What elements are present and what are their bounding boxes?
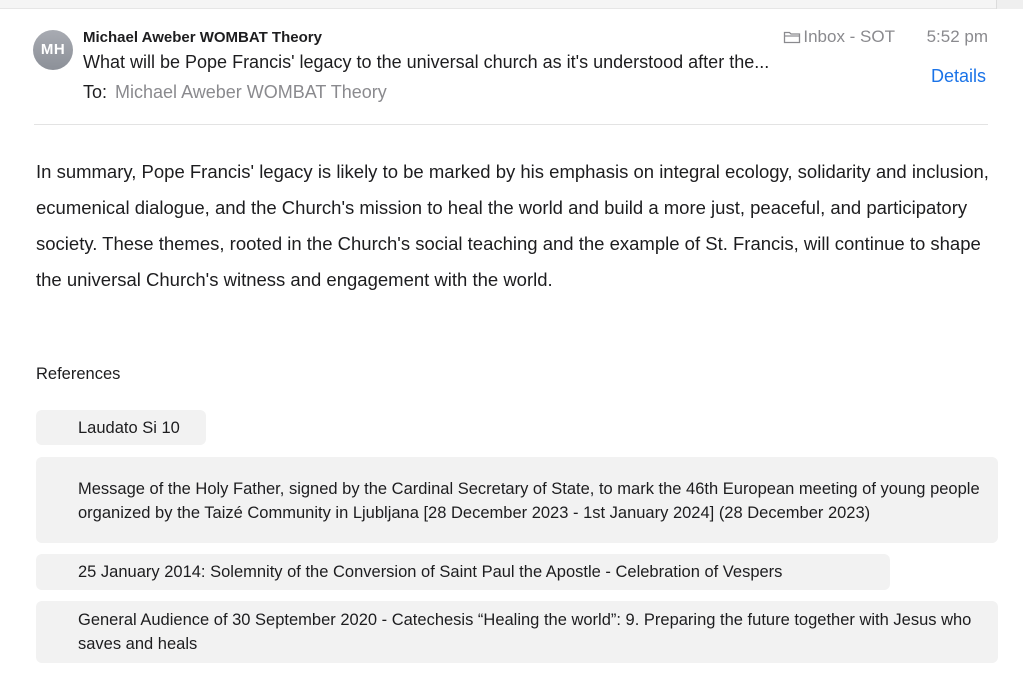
received-time: 5:52 pm xyxy=(926,27,988,46)
recipient-row: To: Michael Aweber WOMBAT Theory xyxy=(83,82,387,103)
mailbox-name: Inbox - SOT xyxy=(803,27,895,46)
reference-text: Message of the Holy Father, signed by th… xyxy=(78,480,980,522)
recipient-name[interactable]: Michael Aweber WOMBAT Theory xyxy=(115,82,387,102)
reference-item-vespers[interactable]: 25 January 2014: Solemnity of the Conver… xyxy=(36,554,890,590)
sender-name[interactable]: Michael Aweber WOMBAT Theory xyxy=(83,29,322,46)
folder-icon xyxy=(784,31,801,44)
email-subject: What will be Pope Francis' legacy to the… xyxy=(83,52,770,72)
reference-text: 25 January 2014: Solemnity of the Conver… xyxy=(78,563,783,581)
reference-item-general-audience[interactable]: General Audience of 30 September 2020 - … xyxy=(36,601,998,663)
top-toolbar-edge xyxy=(0,0,1023,9)
reference-text: General Audience of 30 September 2020 - … xyxy=(78,611,972,653)
email-body: In summary, Pope Francis' legacy is like… xyxy=(36,161,989,290)
scrollbar[interactable] xyxy=(996,0,1023,9)
to-label: To: xyxy=(83,82,108,102)
avatar: MH xyxy=(33,30,73,70)
reference-text: Laudato Si 10 xyxy=(78,418,180,437)
mailbox-label[interactable]: Inbox - SOT xyxy=(783,27,895,47)
details-link[interactable]: Details xyxy=(931,66,986,87)
reference-item-taize-message[interactable]: Message of the Holy Father, signed by th… xyxy=(36,457,998,543)
reference-item-laudato-si[interactable]: Laudato Si 10 xyxy=(36,410,206,445)
header-divider xyxy=(34,124,988,125)
references-heading: References xyxy=(36,365,121,383)
message-header: MH Michael Aweber WOMBAT Theory Inbox - … xyxy=(0,18,1023,124)
